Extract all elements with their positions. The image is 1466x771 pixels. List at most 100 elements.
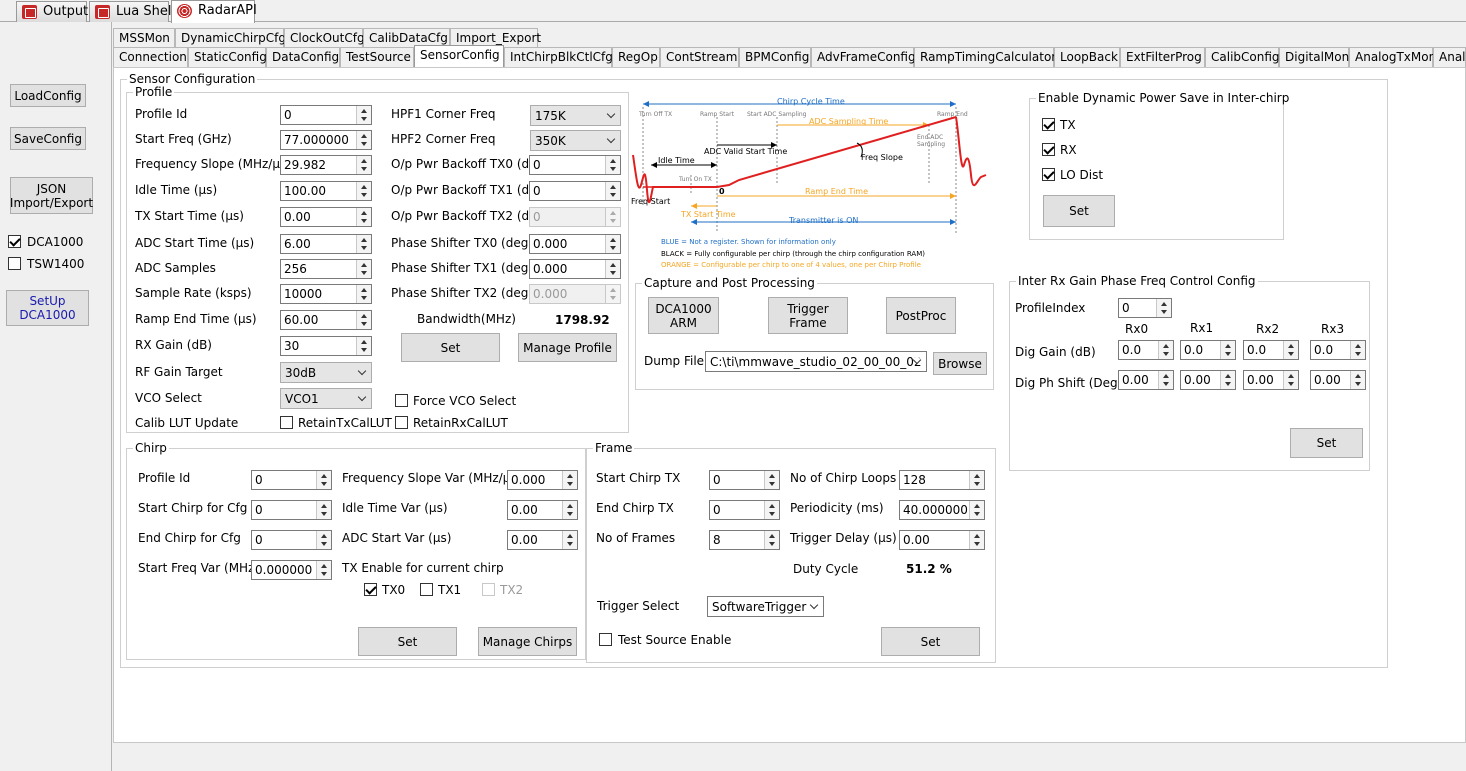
idle-time-var-input[interactable]: 0.00 (507, 500, 578, 520)
spin-arrows-icon[interactable] (356, 182, 371, 200)
tab-connection[interactable]: Connection (113, 47, 188, 67)
tx-start-time-input[interactable]: 0.00 (280, 207, 372, 227)
periodicity-input[interactable]: 40.000000 (899, 500, 985, 520)
rf-gain-target-select[interactable]: 30dB (280, 362, 372, 383)
tab-dynamicchirpcfg[interactable]: DynamicChirpCfg (175, 28, 286, 48)
tab-staticconfig[interactable]: StaticConfig (188, 47, 267, 67)
dig-ph-rx2-input[interactable]: 0.00 (1243, 370, 1299, 390)
tab-dataconfig[interactable]: DataConfig (266, 47, 340, 67)
op-pwr-tx1-input[interactable]: 0 (529, 181, 621, 201)
dig-gain-rx2-input[interactable]: 0.0 (1243, 340, 1299, 360)
phase-tx1-input[interactable]: 0.000 (529, 259, 621, 279)
no-of-frames-input[interactable]: 8 (709, 530, 780, 550)
spin-arrows-icon[interactable] (356, 235, 371, 253)
tsw1400-checkbox[interactable] (8, 257, 21, 270)
spin-arrows-icon[interactable] (1283, 341, 1298, 359)
profile-index-input[interactable]: 0 (1118, 298, 1172, 318)
vco-select-select[interactable]: VCO1 (280, 388, 372, 409)
spin-arrows-icon[interactable] (764, 531, 779, 549)
spin-arrows-icon[interactable] (764, 501, 779, 519)
end-chirp-input[interactable]: 0 (251, 530, 332, 550)
frame-set-button[interactable]: Set (881, 627, 980, 656)
spin-arrows-icon[interactable] (316, 501, 331, 519)
spin-arrows-icon[interactable] (1158, 341, 1173, 359)
spin-arrows-icon[interactable] (969, 471, 984, 489)
tab-contstream[interactable]: ContStream (660, 47, 739, 67)
spin-arrows-icon[interactable] (316, 471, 331, 489)
manage-profile-button[interactable]: Manage Profile (518, 333, 617, 362)
spin-arrows-icon[interactable] (356, 131, 371, 149)
power-save-set-button[interactable]: Set (1043, 195, 1115, 227)
load-config-button[interactable]: LoadConfig (10, 84, 86, 107)
spin-arrows-icon[interactable] (356, 285, 371, 303)
adc-samples-input[interactable]: 256 (280, 259, 372, 279)
adc-start-time-input[interactable]: 6.00 (280, 234, 372, 254)
sample-rate-input[interactable]: 10000 (280, 284, 372, 304)
hpf1-select[interactable]: 175K (530, 105, 621, 126)
tab-intchirpblkctlcfg[interactable]: IntChirpBlkCtlCfg (504, 47, 613, 67)
spin-arrows-icon[interactable] (356, 106, 371, 124)
power-save-lo-dist-checkbox[interactable] (1042, 168, 1055, 181)
dig-ph-rx3-input[interactable]: 0.00 (1310, 370, 1366, 390)
tab-output[interactable]: Output (16, 1, 88, 22)
spin-arrows-icon[interactable] (562, 471, 577, 489)
spin-arrows-icon[interactable] (764, 471, 779, 489)
dig-gain-rx3-input[interactable]: 0.0 (1310, 340, 1366, 360)
tab-calibconfig[interactable]: CalibConfig (1205, 47, 1280, 67)
dig-gain-rx1-input[interactable]: 0.0 (1180, 340, 1236, 360)
spin-arrows-icon[interactable] (1220, 341, 1235, 359)
freq-slope-var-input[interactable]: 0.000 (507, 470, 578, 490)
ramp-end-time-input[interactable]: 60.00 (280, 310, 372, 330)
spin-arrows-icon[interactable] (1283, 371, 1298, 389)
spin-arrows-icon[interactable] (1158, 371, 1173, 389)
trigger-delay-input[interactable]: 0.00 (899, 530, 985, 550)
trigger-frame-button[interactable]: Trigger Frame (768, 297, 848, 334)
spin-arrows-icon[interactable] (605, 260, 620, 278)
spin-arrows-icon[interactable] (969, 531, 984, 549)
dig-ph-rx0-input[interactable]: 0.00 (1118, 370, 1174, 390)
tab-loopback[interactable]: LoopBack (1054, 47, 1120, 67)
profile-set-button[interactable]: Set (401, 333, 500, 362)
spin-arrows-icon[interactable] (562, 531, 577, 549)
end-chirp-tx-input[interactable]: 0 (709, 500, 780, 520)
start-chirp-tx-input[interactable]: 0 (709, 470, 780, 490)
spin-arrows-icon[interactable] (1350, 341, 1365, 359)
tab-clockoutcfg[interactable]: ClockOutCfg (284, 28, 365, 48)
tab-extfilterprog[interactable]: ExtFilterProg (1120, 47, 1205, 67)
retain-rx-cal-lut-checkbox[interactable] (395, 416, 408, 429)
spin-arrows-icon[interactable] (605, 156, 620, 174)
profile-id-input[interactable]: 0 (280, 105, 372, 125)
tab-sensorconfig[interactable]: SensorConfig (414, 45, 504, 67)
spin-arrows-icon[interactable] (605, 182, 620, 200)
no-of-chirp-loops-input[interactable]: 128 (899, 470, 985, 490)
retain-tx-cal-lut-checkbox[interactable] (280, 416, 293, 429)
spin-arrows-icon[interactable] (316, 561, 331, 579)
spin-arrows-icon[interactable] (969, 501, 984, 519)
freq-slope-input[interactable]: 29.982 (280, 155, 372, 175)
start-freq-input[interactable]: 77.000000 (280, 130, 372, 150)
dig-ph-rx1-input[interactable]: 0.00 (1180, 370, 1236, 390)
setup-dca1000-button[interactable]: SetUp DCA1000 (6, 290, 89, 326)
phase-tx0-input[interactable]: 0.000 (529, 234, 621, 254)
hpf2-select[interactable]: 350K (530, 130, 621, 151)
browse-button[interactable]: Browse (933, 352, 987, 375)
spin-arrows-icon[interactable] (356, 156, 371, 174)
start-chirp-input[interactable]: 0 (251, 500, 332, 520)
adc-start-var-input[interactable]: 0.00 (507, 530, 578, 550)
spin-arrows-icon[interactable] (1220, 371, 1235, 389)
test-source-enable-checkbox[interactable] (599, 633, 612, 646)
chirp-profile-id-input[interactable]: 0 (251, 470, 332, 490)
spin-arrows-icon[interactable] (356, 260, 371, 278)
power-save-tx-checkbox[interactable] (1042, 118, 1055, 131)
dca1000-checkbox[interactable] (8, 235, 21, 248)
chirp-tx1-checkbox[interactable] (420, 583, 433, 596)
manage-chirps-button[interactable]: Manage Chirps (478, 627, 577, 656)
tab-analog-more[interactable]: Anal (1433, 47, 1466, 67)
tab-digitalmon[interactable]: DigitalMon (1279, 47, 1349, 67)
spin-arrows-icon[interactable] (562, 501, 577, 519)
json-import-export-button[interactable]: JSON Import/Export (10, 177, 93, 214)
tab-testsource[interactable]: TestSource (340, 47, 414, 67)
spin-arrows-icon[interactable] (316, 531, 331, 549)
chirp-tx0-checkbox[interactable] (364, 583, 377, 596)
tab-radarapi[interactable]: RadarAPI (171, 0, 257, 23)
